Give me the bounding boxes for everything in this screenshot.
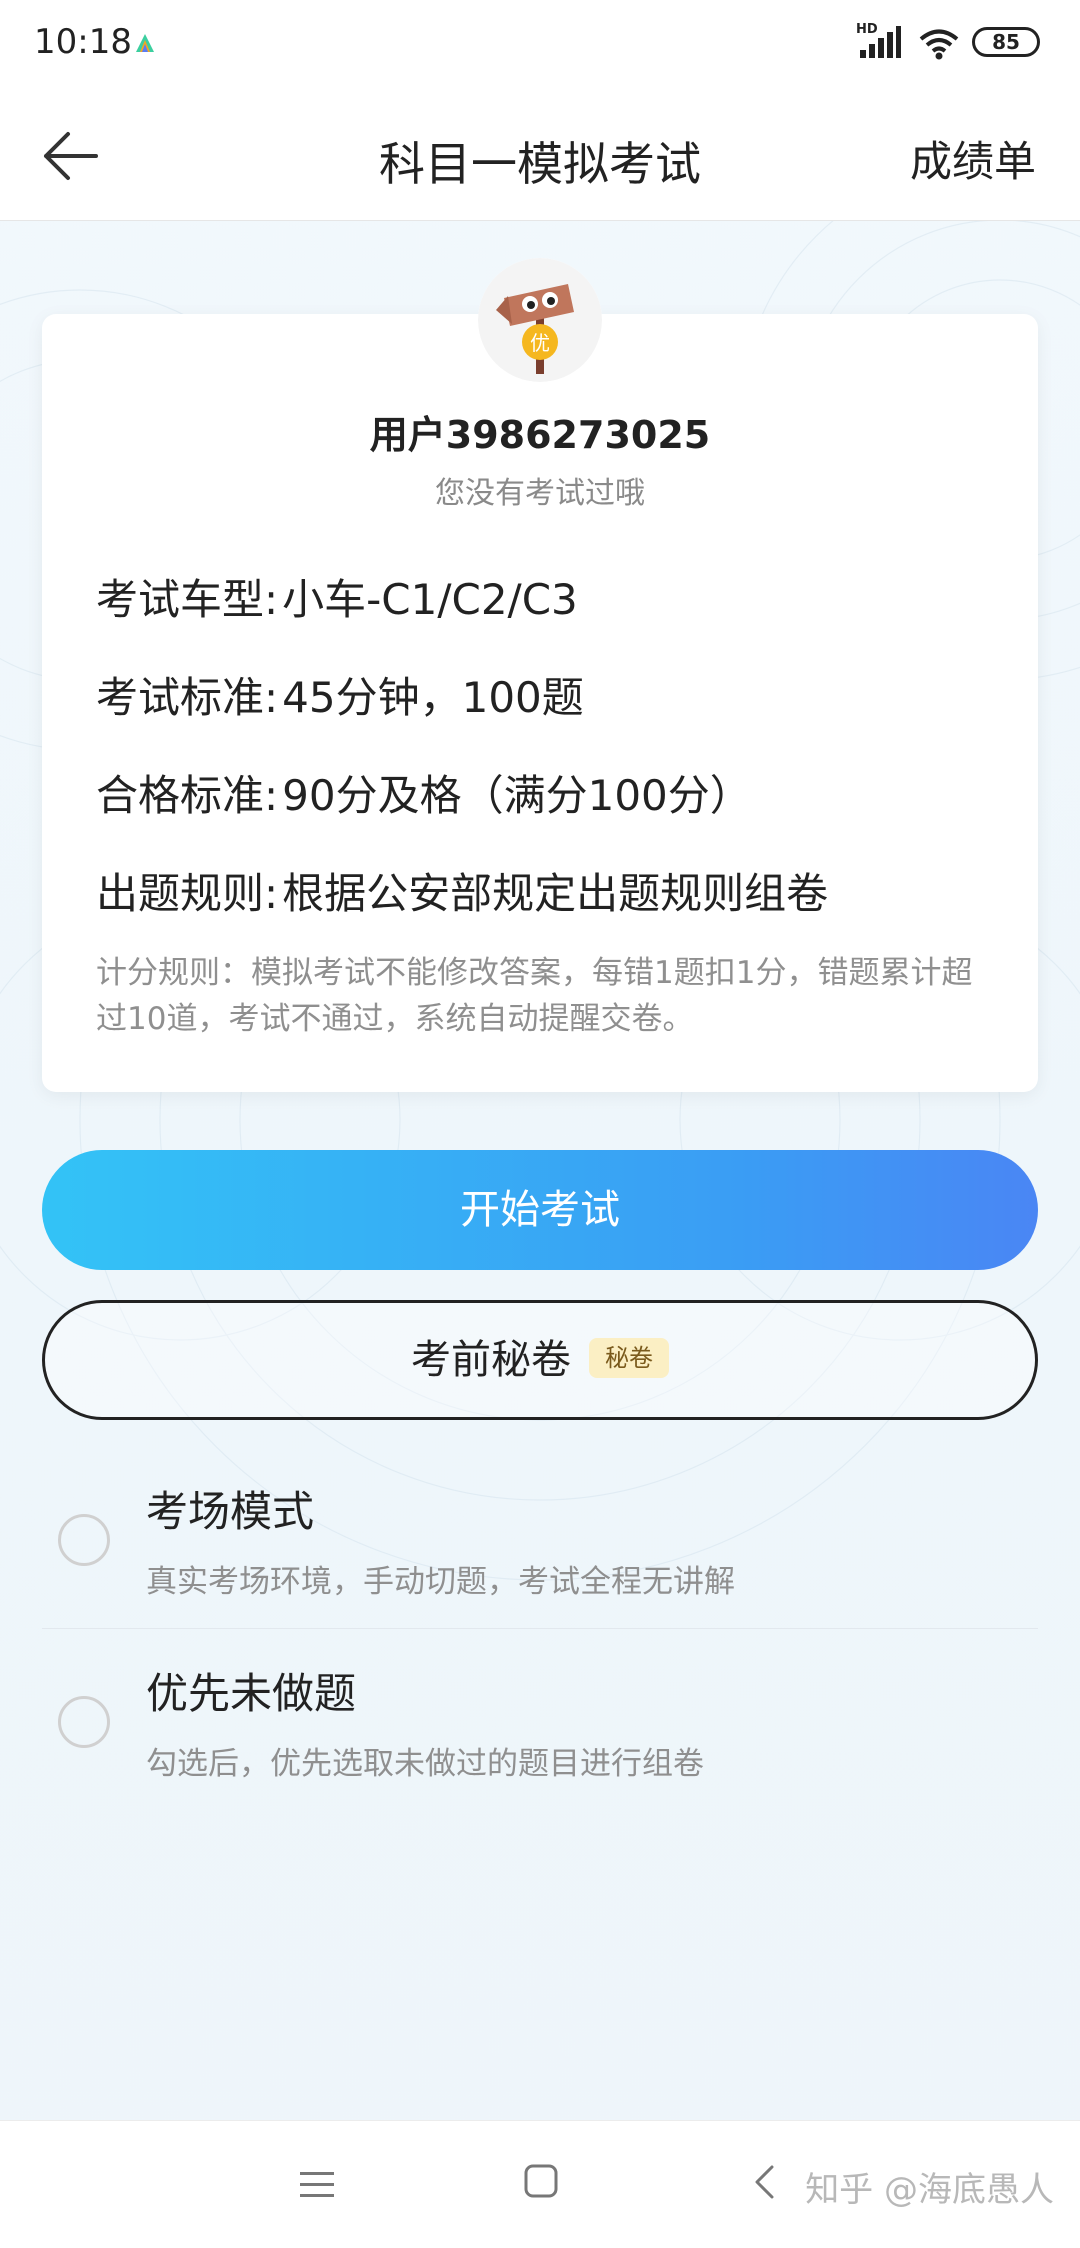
start-exam-button[interactable]: 开始考试 [42,1150,1038,1270]
avatar: 优 [478,258,602,382]
app-icon [134,32,156,58]
username: 用户3986273025 [369,413,711,457]
info-value: 90分及格（满分100分） [282,771,752,820]
avatar-badge-text: 优 [530,331,550,355]
radio-button[interactable] [58,1514,110,1566]
score-report-link[interactable]: 成绩单 [910,128,1036,189]
info-label: 合格标准: [96,771,279,820]
option-title: 优先未做题 [146,1669,357,1718]
watermark: 知乎 @海底愚人 [805,2170,1054,2210]
wifi-icon [918,28,960,64]
info-label: 考试车型: [96,575,279,624]
option-description: 勾选后，优先选取未做过的题目进行组卷 [146,1746,704,1782]
option-description: 真实考场环境，手动切题，考试全程无讲解 [146,1564,735,1600]
info-value: 45分钟，100题 [282,673,584,722]
secret-paper-label: 考前秘卷 [411,1337,571,1383]
secret-badge: 秘卷 [589,1338,669,1378]
info-row-vehicle: 考试车型:小车-C1/C2/C3 [96,566,578,627]
info-label: 考试标准: [96,673,279,722]
signal-icon [858,26,902,64]
back-icon[interactable] [752,2164,776,2204]
divider [42,1628,1038,1629]
info-value: 小车-C1/C2/C3 [282,575,578,624]
info-row-standard: 考试标准:45分钟，100题 [96,664,584,725]
info-value: 根据公安部规定出题规则组卷 [282,869,829,918]
status-bar: 10:18 HD 85 [0,0,1080,88]
home-icon[interactable] [524,2164,558,2202]
exam-history-note: 您没有考试过哦 [435,476,645,511]
scoring-rule-note: 计分规则：模拟考试不能修改答案，每错1题扣1分，错题累计超过10道，考试不通过，… [96,955,973,1037]
secret-paper-button[interactable]: 考前秘卷 秘卷 [42,1300,1038,1420]
status-time: 10:18 [34,22,132,62]
battery-icon: 85 [972,27,1040,57]
app-header: 科目一模拟考试 成绩单 [0,88,1080,221]
info-row-rules: 出题规则:根据公安部规定出题规则组卷 [96,860,828,921]
radio-button[interactable] [58,1696,110,1748]
menu-icon[interactable] [300,2170,334,2204]
info-label: 出题规则: [96,869,279,918]
option-title: 考场模式 [146,1487,315,1536]
info-row-pass: 合格标准:90分及格（满分100分） [96,762,752,823]
option-unanswered-first[interactable]: 优先未做题 勾选后，优先选取未做过的题目进行组卷 [42,1638,1038,1818]
option-exam-mode[interactable]: 考场模式 真实考场环境，手动切题，考试全程无讲解 [42,1456,1038,1636]
